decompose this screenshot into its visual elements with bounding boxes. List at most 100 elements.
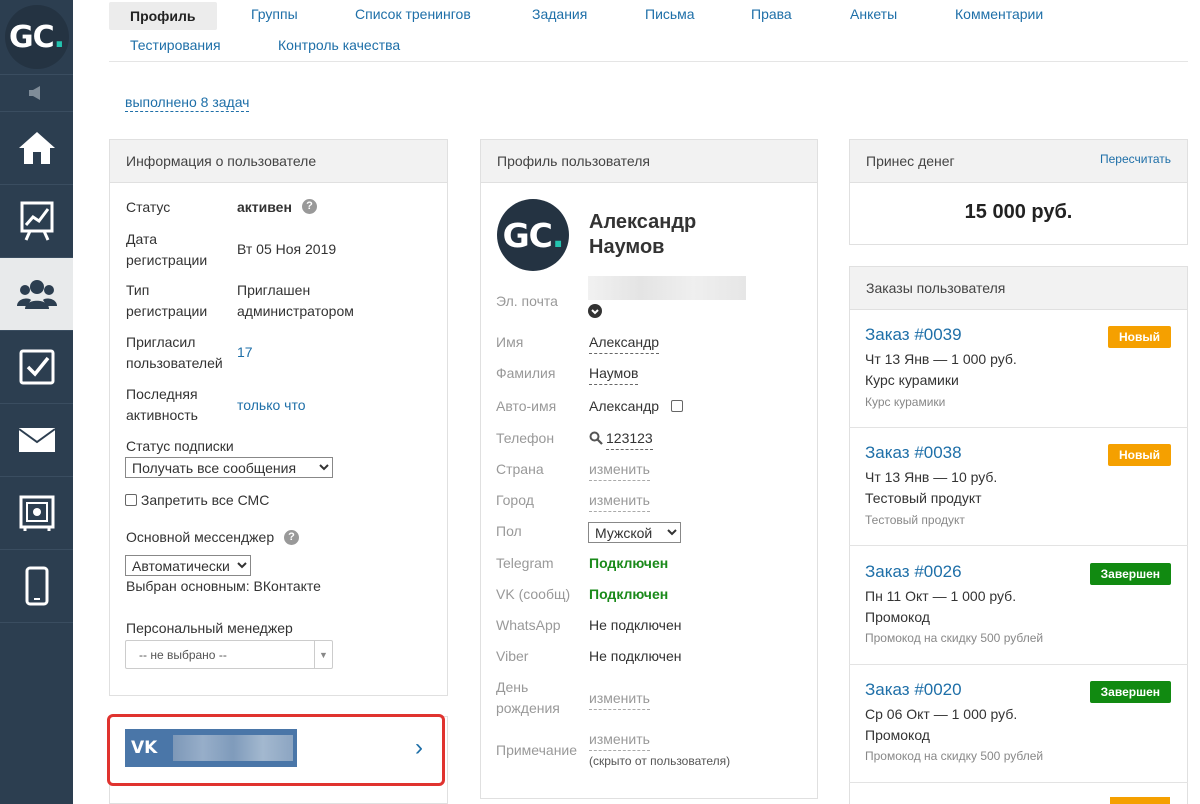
tab-tests[interactable]: Тестирования — [130, 37, 221, 53]
sidebar-item-home[interactable] — [0, 112, 73, 185]
viber-status: Не подключен — [589, 648, 682, 664]
expand-down-icon[interactable] — [588, 304, 602, 318]
status-value: активен — [237, 199, 292, 215]
logo-text: GC — [8, 19, 55, 55]
order-product: Промокод — [865, 609, 930, 625]
order-item: Заказ #0020 Завершен Ср 06 Окт — 1 000 р… — [849, 665, 1188, 783]
sms-checkbox-row[interactable]: Запретить все СМС — [125, 490, 269, 511]
order-date-price: Чт 13 Янв — 10 руб. — [865, 469, 998, 485]
recalculate-link[interactable]: Пересчитать — [1100, 152, 1171, 166]
messenger-select[interactable]: Автоматически — [125, 555, 251, 576]
tab-groups[interactable]: Группы — [251, 6, 298, 22]
order-product-note: Промокод на скидку 500 рублей — [865, 631, 1044, 645]
order-product: Курс курамики — [865, 372, 959, 388]
first-name-field[interactable]: Александр — [589, 332, 660, 354]
first-name-label: Имя — [496, 334, 524, 350]
order-date-price: Ср 06 Окт — 1 000 руб. — [865, 706, 1018, 722]
safe-icon — [19, 495, 54, 531]
order-item: Заказ #0038 Новый Чт 13 Янв — 10 руб. Те… — [849, 428, 1188, 546]
invited-count-link[interactable]: 17 — [237, 342, 253, 363]
chart-board-icon — [20, 201, 53, 241]
city-change-link[interactable]: изменить — [589, 490, 650, 512]
mail-icon — [17, 428, 56, 452]
logo[interactable]: GC. — [0, 0, 73, 74]
tab-profile[interactable]: Профиль — [109, 2, 217, 30]
avatar-dot: . — [551, 215, 565, 255]
sidebar-item-safe[interactable] — [0, 477, 73, 550]
tab-trainings[interactable]: Список тренингов — [355, 6, 471, 22]
reg-type-label-2: регистрации — [126, 303, 208, 319]
tab-rights[interactable]: Права — [751, 6, 792, 22]
sidebar-item-mail[interactable] — [0, 404, 73, 477]
completed-tasks-link[interactable]: выполнено 8 задач — [125, 94, 250, 112]
manager-label: Персональный менеджер — [126, 620, 293, 636]
order-link[interactable]: Заказ #0026 — [865, 562, 962, 582]
sms-label: Запретить все СМС — [140, 492, 270, 508]
reg-date-label-2: регистрации — [126, 252, 208, 268]
reg-date-label: Дата — [126, 231, 158, 247]
vk-status: Подключен — [589, 586, 669, 602]
sidebar-item-tasks[interactable] — [0, 331, 73, 404]
order-date-price: Чт 13 Янв — 1 000 руб. — [865, 351, 1017, 367]
gender-select[interactable]: Мужской — [588, 522, 681, 543]
money-title: Принес денег — [866, 153, 955, 169]
manager-select[interactable]: -- не выбрано -- ▼ — [125, 640, 333, 669]
last-name-field[interactable]: Наумов — [589, 363, 639, 385]
country-change-link[interactable]: изменить — [589, 459, 650, 481]
order-status-badge: Завершен — [1089, 681, 1171, 703]
mobile-icon — [25, 566, 48, 606]
tab-comments[interactable]: Комментарии — [955, 6, 1043, 22]
phone-field[interactable]: 123123 — [606, 428, 653, 450]
search-icon[interactable] — [589, 431, 603, 445]
order-link[interactable]: Заказ #0039 — [865, 325, 962, 345]
whatsapp-label: WhatsApp — [496, 617, 561, 633]
order-link[interactable]: Заказ #0038 — [865, 443, 962, 463]
order-date-price: Пн 11 Окт — 1 000 руб. — [865, 588, 1017, 604]
users-icon — [16, 280, 57, 309]
vk-account-button[interactable]: VK — [125, 729, 297, 767]
orders-title: Заказы пользователя — [850, 267, 1187, 310]
messenger-label: Основной мессенджер — [126, 529, 275, 545]
home-icon — [18, 132, 55, 164]
autoname-checkbox[interactable] — [671, 400, 683, 412]
avatar[interactable]: GC. — [497, 199, 569, 271]
announcements-icon[interactable] — [0, 74, 73, 112]
invited-label-2: пользователей — [126, 355, 223, 371]
messenger-help-icon[interactable]: ? — [284, 530, 299, 545]
email-label: Эл. почта — [496, 293, 558, 309]
sidebar-item-users[interactable] — [0, 258, 73, 331]
invited-label: Пригласил — [126, 334, 196, 350]
user-first-name: Александр — [589, 211, 697, 233]
last-activity-value[interactable]: только что — [237, 395, 306, 416]
sidebar-item-mobile[interactable] — [0, 550, 73, 623]
subscription-select[interactable]: Получать все сообщения — [125, 457, 333, 478]
order-link[interactable]: Заказ #0020 — [865, 680, 962, 700]
last-activity-label-2: активность — [126, 407, 198, 423]
tab-letters[interactable]: Письма — [645, 6, 695, 22]
subscription-label: Статус подписки — [126, 438, 234, 454]
tab-surveys[interactable]: Анкеты — [850, 6, 897, 22]
tab-assignments[interactable]: Задания — [532, 6, 587, 22]
city-label: Город — [496, 492, 534, 508]
status-help-icon[interactable]: ? — [302, 199, 317, 214]
sms-checkbox[interactable] — [125, 494, 137, 506]
birthday-change-link[interactable]: изменить — [589, 688, 650, 710]
tab-quality-control[interactable]: Контроль качества — [278, 37, 400, 53]
sidebar-item-stats[interactable] — [0, 185, 73, 258]
whatsapp-status: Не подключен — [589, 617, 682, 633]
reg-type-value: Приглашен — [237, 282, 311, 298]
order-product: Тестовый продукт — [865, 490, 982, 506]
note-change-link[interactable]: изменить — [589, 729, 650, 751]
vk-name-redacted — [173, 735, 293, 761]
birthday-label-2: рождения — [496, 700, 560, 716]
chevron-down-icon: ▼ — [314, 641, 332, 668]
user-last-name: Наумов — [589, 236, 665, 258]
money-amount: 15 000 руб. — [964, 201, 1073, 223]
avatar-text: GC — [502, 215, 553, 255]
country-label: Страна — [496, 461, 544, 477]
note-label: Примечание — [496, 742, 578, 758]
chevron-right-icon[interactable]: › — [415, 734, 423, 762]
order-product-note: Тестовый продукт — [865, 513, 965, 527]
logo-dot: . — [53, 19, 65, 55]
order-product-note: Курс курамики — [865, 395, 946, 409]
